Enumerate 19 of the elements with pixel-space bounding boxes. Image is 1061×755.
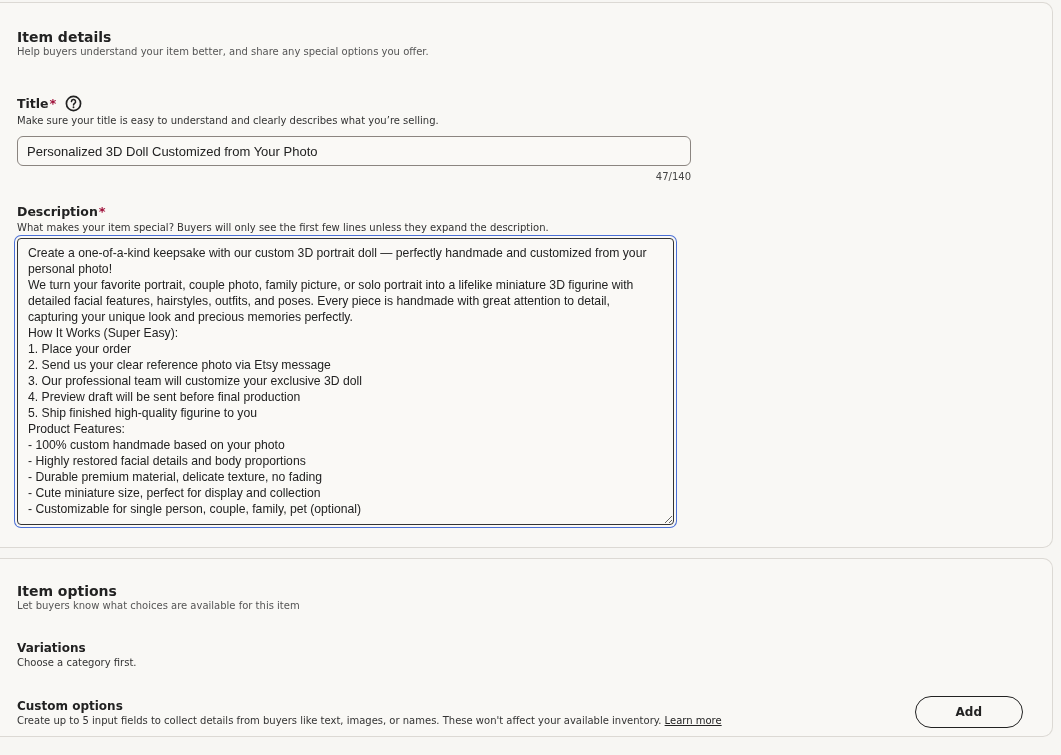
section-subtitle: Let buyers know what choices are available for this item	[17, 600, 301, 611]
field-label: Title	[17, 96, 49, 111]
title-field[interactable]: Personalized 3D Doll Customized from Your Photo	[17, 136, 691, 166]
option-hint: Create up to 5 input fields to collect details from buyers like text, images, or names. These won't affect your available inventory. Learn more	[17, 714, 722, 726]
field-hint: Make sure your title is easy to understand and clearly describes what you’re selling.	[17, 115, 440, 126]
section-heading: Item details	[17, 29, 113, 45]
help-icon[interactable]	[65, 95, 83, 112]
field-label: Description	[17, 204, 98, 219]
learn-more-link[interactable]: Learn more	[664, 714, 722, 726]
option-label: Variations	[17, 641, 87, 655]
required-mark: *	[49, 96, 57, 111]
option-hint: Choose a category first.	[17, 657, 138, 668]
required-mark: *	[98, 204, 106, 219]
character-counter: 47/140	[654, 171, 691, 182]
option-label: Custom options	[17, 698, 124, 713]
section-heading: Item options	[17, 583, 118, 599]
section-subtitle: Help buyers understand your item better, and share any special options you offer.	[17, 46, 430, 57]
description-field[interactable]: Create a one-of-a-kind keepsake with our custom 3D portrait doll — perfectly handmade and customized from your personal photo! We turn your favorite portrait, couple photo, family picture, or solo portrait into a lifelike miniature 3D figurine with detailed facial features, hairstyles, outfits, and poses. Every piece is handmade with great attention to detail, capturing your unique look and precious memories perfectly. How It Works (Super Easy): 1. Place your order 2. Send us your clear reference photo via Etsy message 3. Our professional team will customize your exclusive 3D doll 4. Preview draft will be sent before final production 5. Ship finished high-quality figurine to you Product Features: - 100% custom handmade based on your photo - Highly restored facial details and body proportions - Durable premium material, delicate texture, no fading - Cute miniature size, perfect for display and collection - Customizable for single person, couple, family, pet (optional)	[17, 238, 674, 525]
field-hint: What makes your item special? Buyers will only see the first few lines unless they expand the description.	[17, 222, 550, 233]
